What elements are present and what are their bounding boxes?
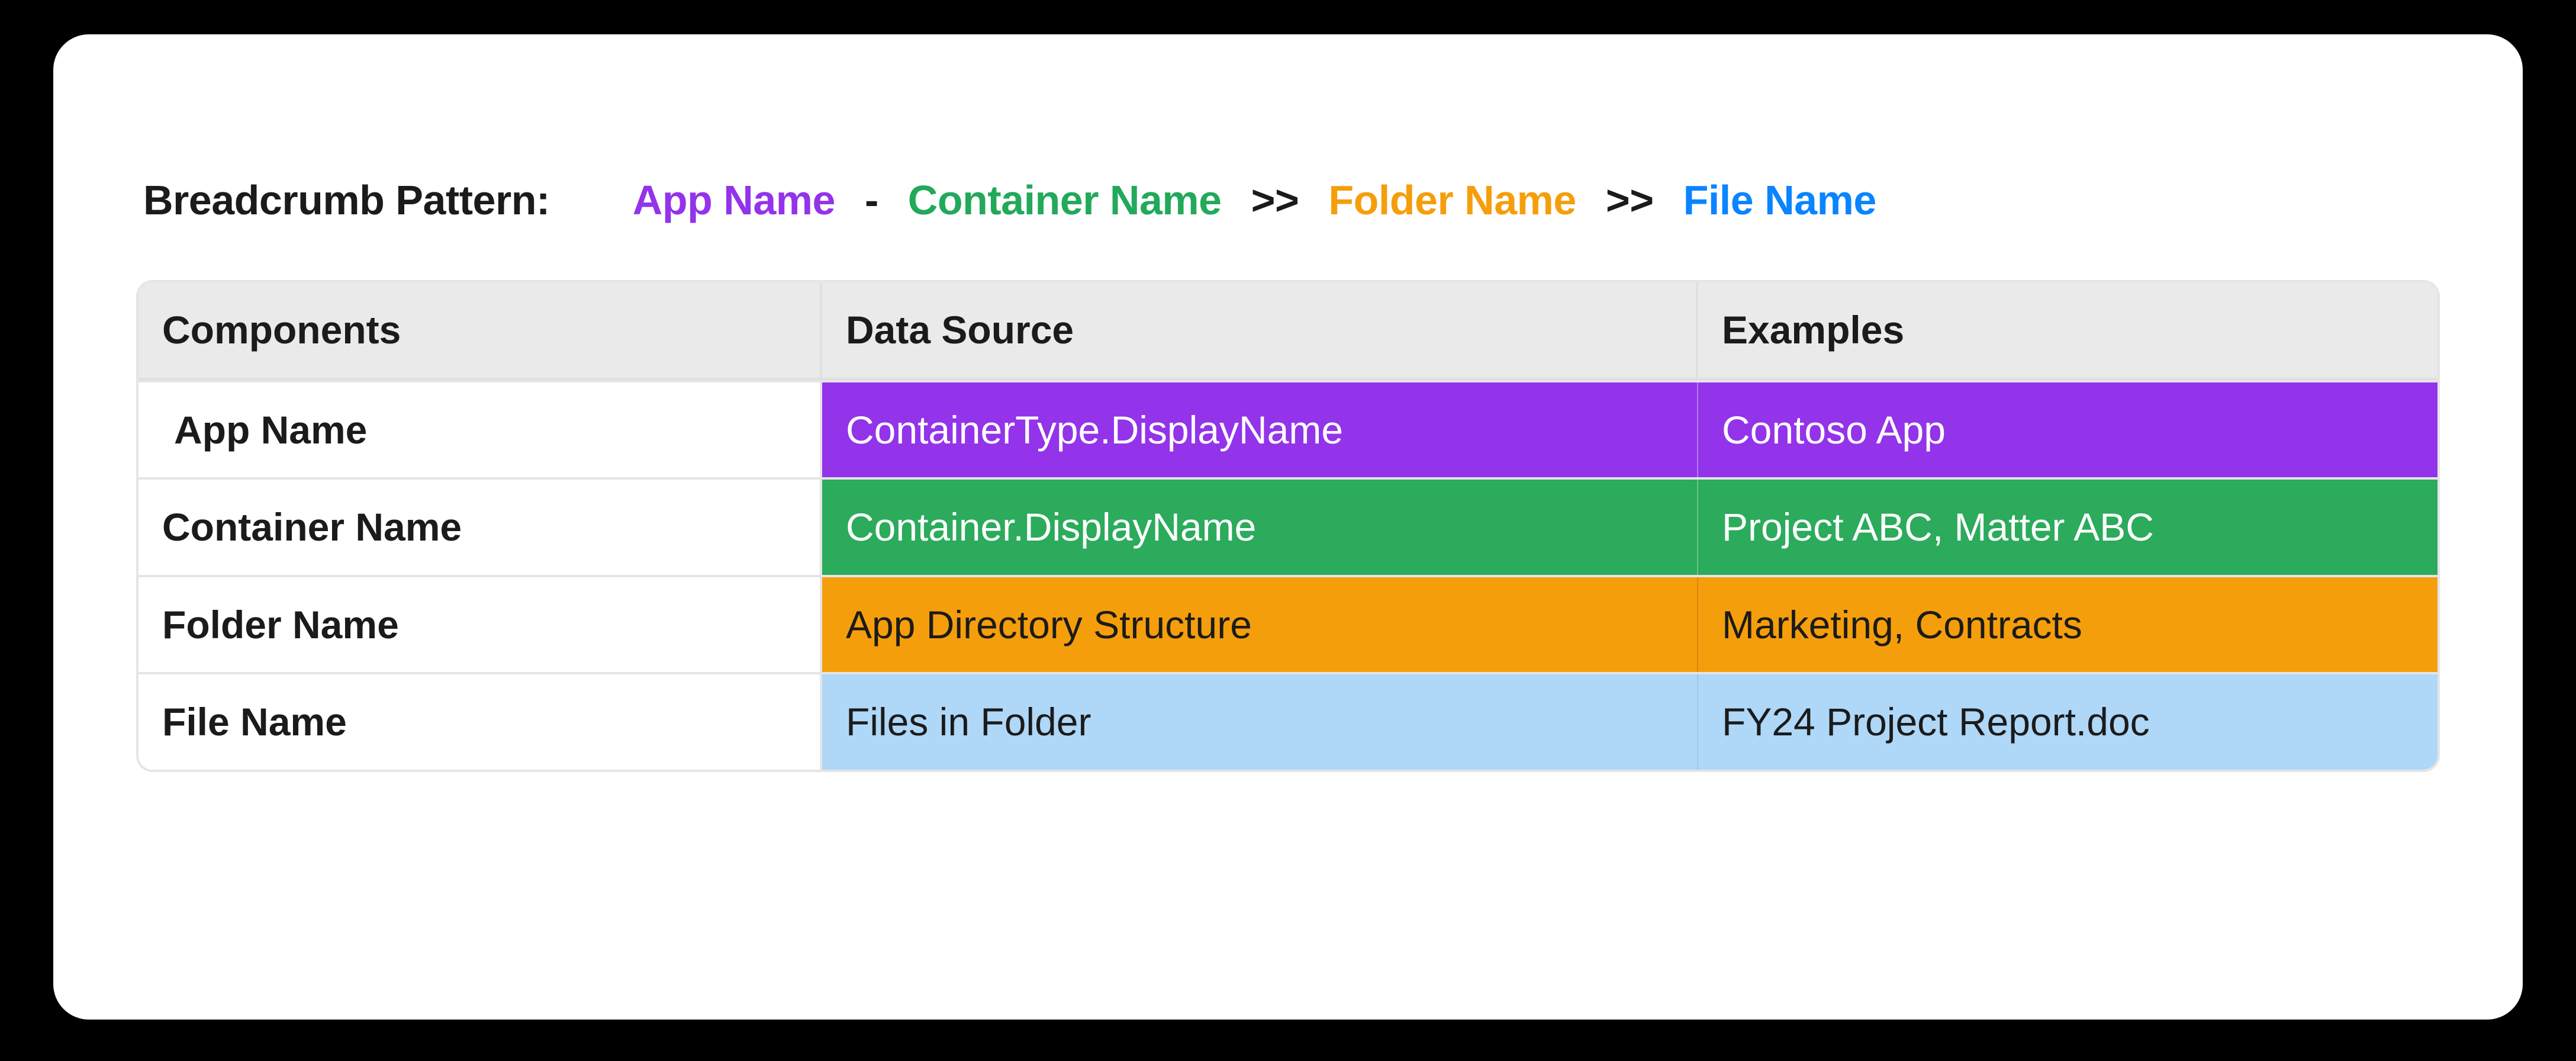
table-header-components: Components bbox=[139, 282, 822, 378]
breadcrumb-table: Components Data Source Examples App Name… bbox=[136, 280, 2440, 772]
page: Breadcrumb Pattern: App Name - Container… bbox=[0, 0, 2576, 1061]
table-row-container-name: Container Name Container.DisplayName Pro… bbox=[139, 477, 2437, 575]
pattern-label: Breadcrumb Pattern: bbox=[143, 176, 550, 224]
table-header-examples: Examples bbox=[1698, 282, 2437, 378]
cell-example: FY24 Project Report.doc bbox=[1698, 674, 2437, 770]
cell-component: File Name bbox=[139, 674, 822, 770]
cell-example: Project ABC, Matter ABC bbox=[1698, 480, 2437, 575]
cell-data-source: Files in Folder bbox=[822, 674, 1698, 770]
table-header-data-source: Data Source bbox=[822, 282, 1698, 378]
breadcrumb-folder-name: Folder Name bbox=[1328, 176, 1576, 224]
cell-component: App Name bbox=[139, 382, 822, 478]
cell-data-source: App Directory Structure bbox=[822, 577, 1698, 673]
cell-component: Container Name bbox=[139, 480, 822, 575]
cell-example: Marketing, Contracts bbox=[1698, 577, 2437, 673]
breadcrumb-container-name: Container Name bbox=[908, 176, 1222, 224]
breadcrumb-file-name: File Name bbox=[1683, 176, 1876, 224]
table-row-app-name: App Name ContainerType.DisplayName Conto… bbox=[139, 380, 2437, 478]
breadcrumb-separator-chevrons-1: >> bbox=[1251, 176, 1299, 224]
breadcrumb-app-name: App Name bbox=[633, 176, 835, 224]
breadcrumb-separator-dash: - bbox=[865, 176, 878, 224]
cell-data-source: Container.DisplayName bbox=[822, 480, 1698, 575]
table-row-folder-name: Folder Name App Directory Structure Mark… bbox=[139, 575, 2437, 673]
cell-component: Folder Name bbox=[139, 577, 822, 673]
breadcrumb-separator-chevrons-2: >> bbox=[1606, 176, 1654, 224]
table-header-row: Components Data Source Examples bbox=[139, 282, 2437, 380]
breadcrumb-pattern-row: Breadcrumb Pattern: App Name - Container… bbox=[136, 176, 2440, 224]
cell-example: Contoso App bbox=[1698, 382, 2437, 478]
table-row-file-name: File Name Files in Folder FY24 Project R… bbox=[139, 672, 2437, 770]
cell-data-source: ContainerType.DisplayName bbox=[822, 382, 1698, 478]
card: Breadcrumb Pattern: App Name - Container… bbox=[53, 34, 2523, 1020]
